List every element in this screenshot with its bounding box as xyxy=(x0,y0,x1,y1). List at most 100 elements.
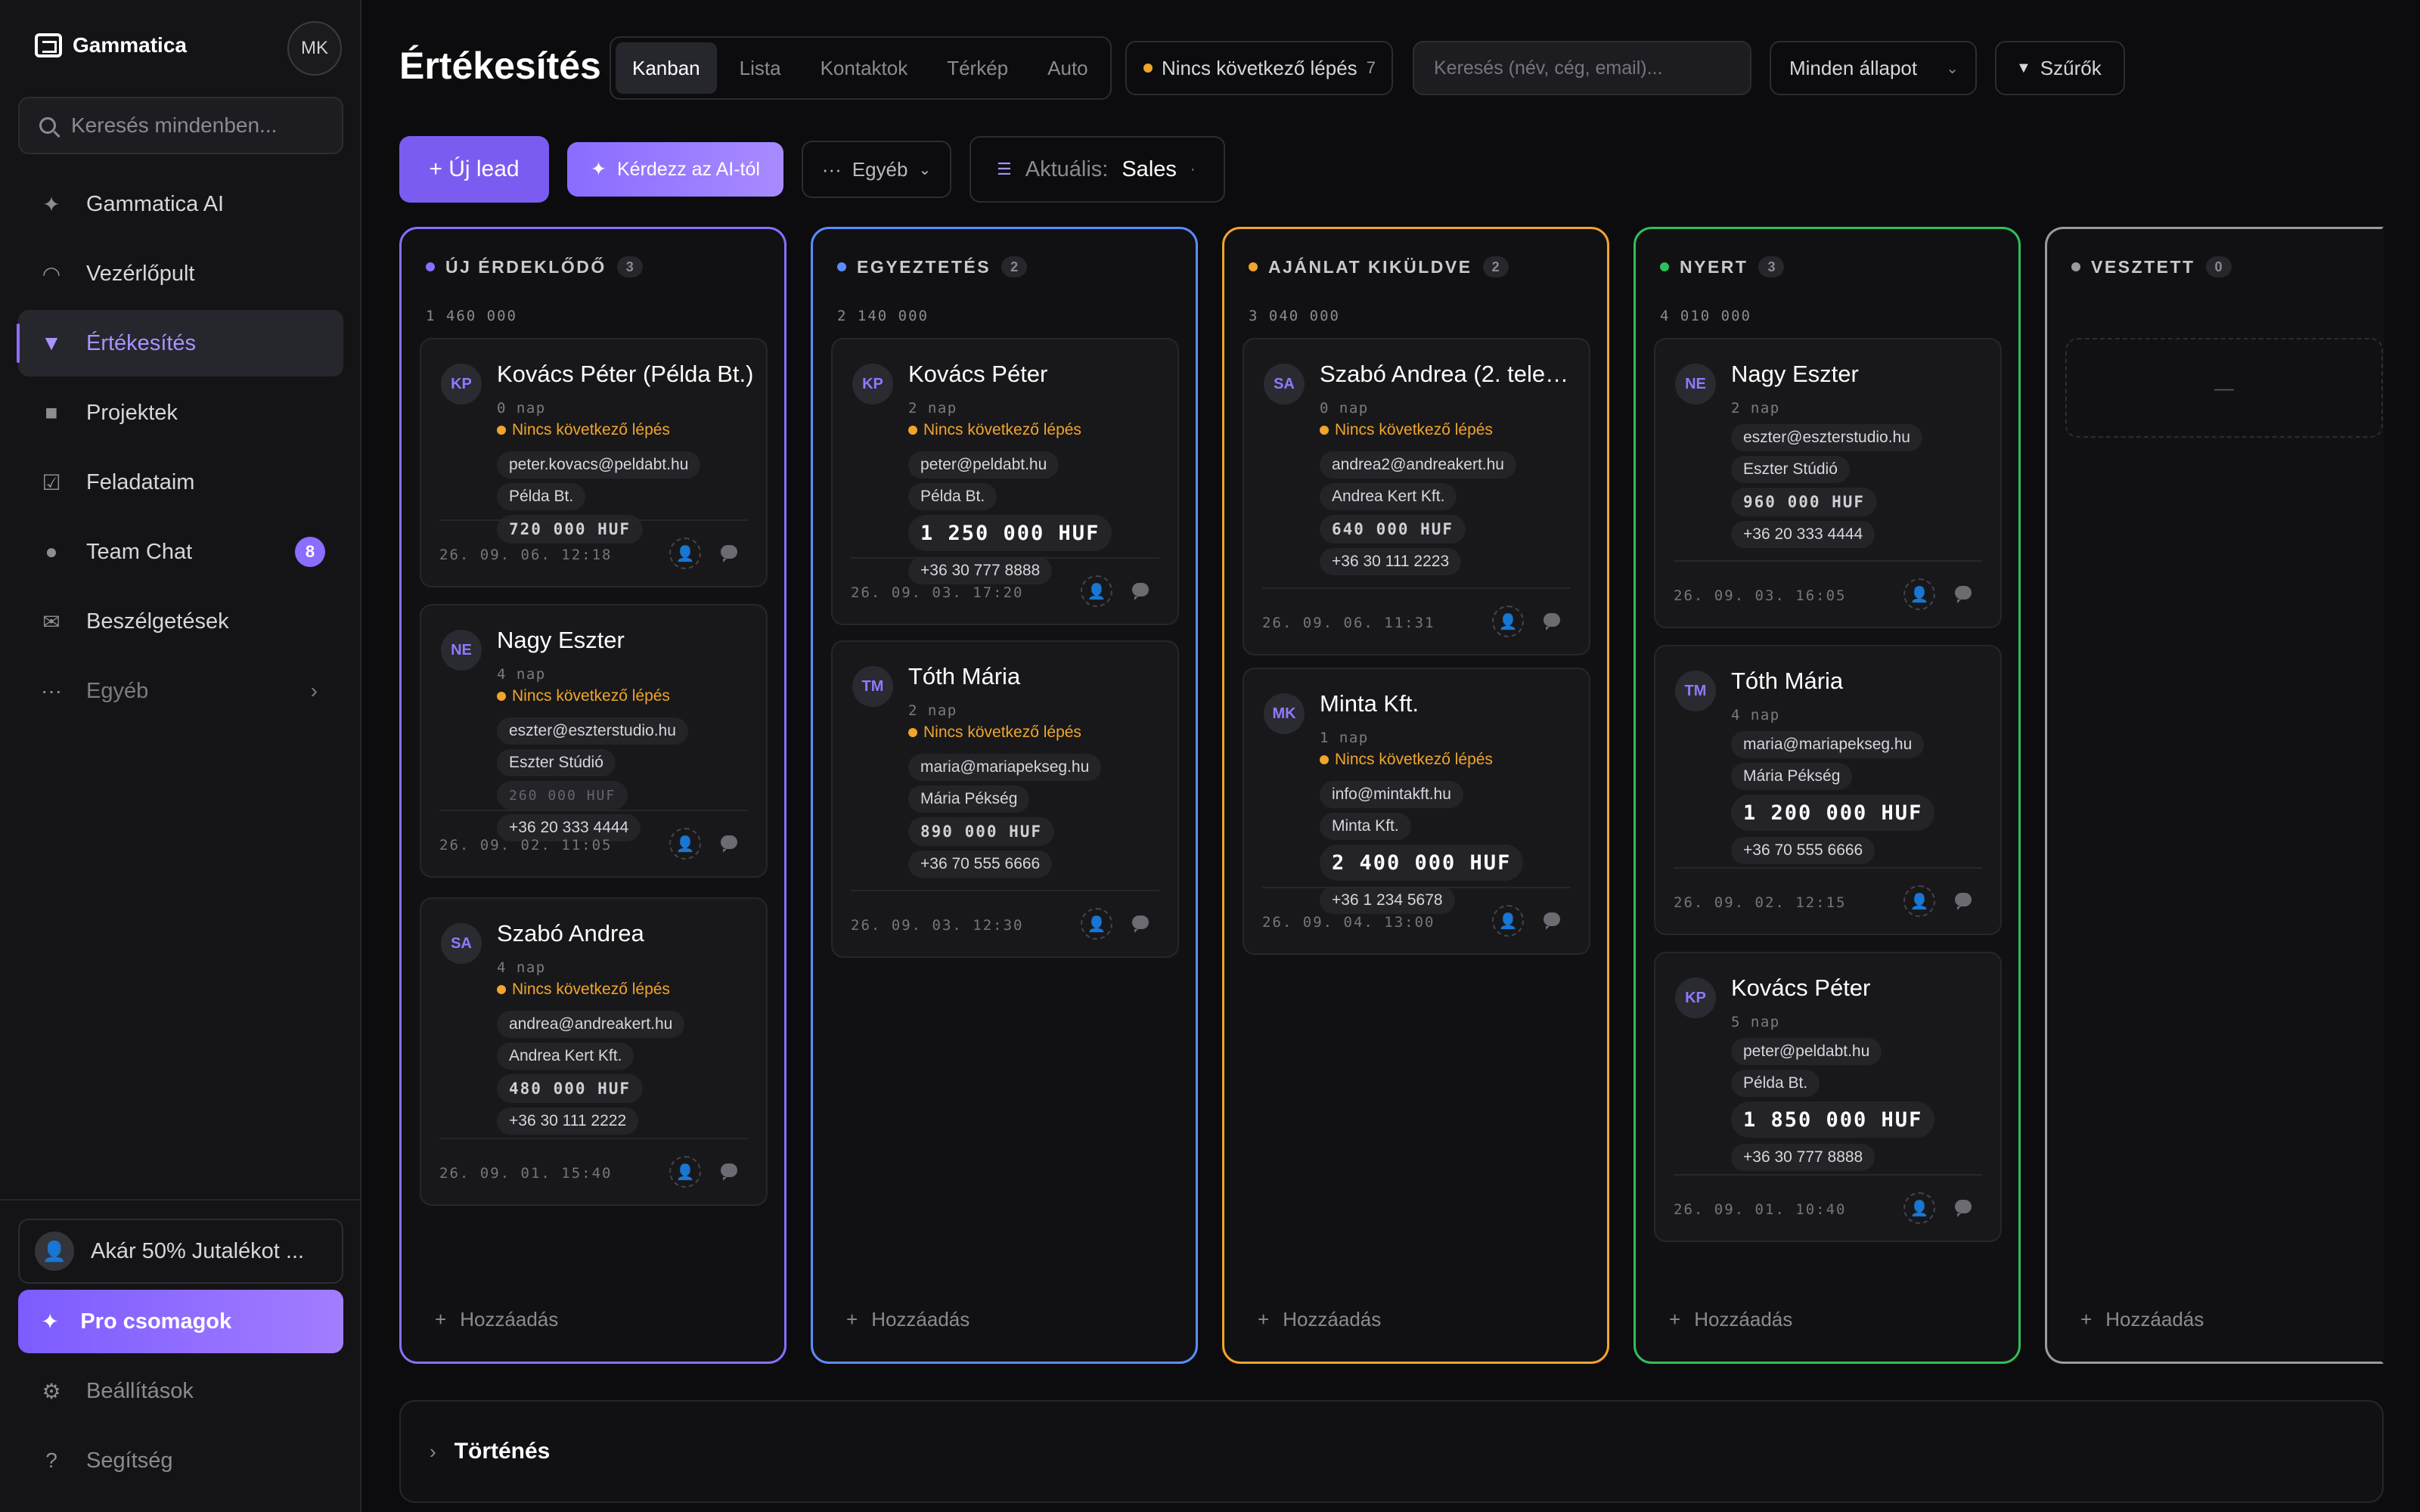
lead-avatar: MK xyxy=(1264,693,1305,734)
comment-icon[interactable] xyxy=(721,545,737,562)
lead-name[interactable]: Tóth Mária xyxy=(908,663,1165,690)
lead-email-tag: maria@mariapekseg.hu xyxy=(1731,731,1925,758)
lead-name[interactable]: Kovács Péter (Példa Bt.) xyxy=(497,361,754,388)
comment-icon[interactable] xyxy=(1132,583,1149,600)
next-step-text: Nincs következő lépés xyxy=(1335,751,1493,768)
comment-icon[interactable] xyxy=(721,835,737,853)
add-card-button[interactable]: + Hozzáadás xyxy=(846,1308,970,1331)
promo-referral[interactable]: 👤 Akár 50% Jutalékot ... xyxy=(18,1219,343,1284)
settings-label: Beállítások xyxy=(86,1378,194,1403)
warning-dot-icon xyxy=(1320,426,1329,435)
lead-card[interactable]: SA Szabó Andrea 4 nap Nincs következő lépés… xyxy=(420,897,768,1206)
add-card-button[interactable]: + Hozzáadás xyxy=(435,1308,558,1331)
comment-icon[interactable] xyxy=(1544,912,1560,930)
user-avatar[interactable]: MK xyxy=(287,21,342,76)
chevron-down-icon: ⌄ xyxy=(1946,60,1959,77)
lead-card[interactable]: TM Tóth Mária 4 nap maria@mariapekseg.hu Már… xyxy=(1654,645,2002,935)
lead-phone-tag: +36 30 777 8888 xyxy=(908,557,1053,584)
pro-plans-button[interactable]: ✦ Pro csomagok xyxy=(18,1290,343,1353)
history-panel[interactable]: › Történés xyxy=(399,1400,2384,1503)
assign-user-icon[interactable]: 👤 xyxy=(1903,885,1935,917)
lead-name[interactable]: Szabó Andrea (2. telep... xyxy=(1320,361,1577,388)
brand[interactable]: Gammatica xyxy=(35,33,187,57)
card-divider xyxy=(439,519,748,521)
sidebar-item-team-chat[interactable]: ● Team Chat 8 xyxy=(18,519,343,585)
lead-amount: 960 000 HUF xyxy=(1731,488,1878,516)
lead-name[interactable]: Minta Kft. xyxy=(1320,690,1577,717)
lead-card[interactable]: KP Kovács Péter 5 nap peter@peldabt.hu Példa… xyxy=(1654,952,2002,1242)
assign-user-icon[interactable]: 👤 xyxy=(1903,1192,1935,1224)
pipeline-select[interactable]: ☰ Aktuális: Sales · xyxy=(970,136,1225,203)
tab-auto[interactable]: Auto xyxy=(1031,42,1105,94)
next-step-filter[interactable]: Nincs következő lépés 7 xyxy=(1125,41,1393,95)
filter-icon: ▼ xyxy=(2016,59,2031,76)
lead-card[interactable]: KP Kovács Péter 2 nap Nincs következő lépés… xyxy=(831,338,1179,625)
comment-icon[interactable] xyxy=(1132,916,1149,933)
add-card-button[interactable]: + Hozzáadás xyxy=(2080,1308,2204,1331)
tab-list[interactable]: Lista xyxy=(723,42,798,94)
lead-card[interactable]: NE Nagy Eszter 2 nap eszter@eszterstudio.hu… xyxy=(1654,338,2002,628)
add-card-button[interactable]: + Hozzáadás xyxy=(1669,1308,1792,1331)
card-divider xyxy=(851,557,1159,559)
lead-phone-tag: +36 30 777 8888 xyxy=(1731,1144,1876,1171)
assign-user-icon[interactable]: 👤 xyxy=(1081,575,1112,607)
lead-name[interactable]: Nagy Eszter xyxy=(497,627,754,654)
assign-user-icon[interactable]: 👤 xyxy=(669,828,701,860)
status-select-value: Minden állapot xyxy=(1789,56,1918,79)
assign-user-icon[interactable]: 👤 xyxy=(669,1156,701,1188)
lead-name[interactable]: Nagy Eszter xyxy=(1731,361,1988,388)
sidebar-item-dashboard[interactable]: ◠ Vezérlőpult xyxy=(18,240,343,307)
column-sum: 4 010 000 xyxy=(1660,308,1751,324)
sidebar-item-projects[interactable]: ■ Projektek xyxy=(18,380,343,446)
lead-company-tag: Példa Bt. xyxy=(908,483,997,510)
lead-amount: 1 250 000 HUF xyxy=(908,515,1112,551)
lead-age: 2 nap xyxy=(908,400,957,417)
assign-user-icon[interactable]: 👤 xyxy=(1492,606,1524,637)
add-card-button[interactable]: + Hozzáadás xyxy=(1258,1308,1381,1331)
sidebar-item-sales[interactable]: ▼ Értékesítés xyxy=(17,310,343,376)
next-step-warning: Nincs következő lépés xyxy=(908,421,1081,439)
sidebar-item-gammatica-ai[interactable]: ✦ Gammatica AI xyxy=(18,171,343,237)
help-link[interactable]: ? Segítség xyxy=(18,1429,343,1492)
assign-user-icon[interactable]: 👤 xyxy=(1081,908,1112,940)
warning-dot-icon xyxy=(1320,755,1329,764)
lead-name[interactable]: Tóth Mária xyxy=(1731,668,1988,695)
comment-icon[interactable] xyxy=(1955,1200,1972,1217)
card-divider xyxy=(1674,867,1982,869)
column-count: 3 xyxy=(1758,256,1785,277)
lead-name[interactable]: Kovács Péter xyxy=(908,361,1165,388)
lead-date: 26. 09. 02. 11:05 xyxy=(439,837,613,854)
lead-card[interactable]: TM Tóth Mária 2 nap Nincs következő lépés ma… xyxy=(831,640,1179,958)
assign-user-icon[interactable]: 👤 xyxy=(1492,905,1524,937)
settings-link[interactable]: ⚙ Beállítások xyxy=(18,1359,343,1423)
tab-map[interactable]: Térkép xyxy=(930,42,1025,94)
lead-card[interactable]: MK Minta Kft. 1 nap Nincs következő lépés in… xyxy=(1243,668,1590,955)
lead-name[interactable]: Kovács Péter xyxy=(1731,974,1988,1002)
new-lead-button[interactable]: + Új lead xyxy=(399,136,549,203)
comment-icon[interactable] xyxy=(1955,893,1972,910)
promo-text: Akár 50% Jutalékot ... xyxy=(91,1238,305,1263)
lead-card[interactable]: SA Szabó Andrea (2. telep... 0 nap Nincs kö… xyxy=(1243,338,1590,655)
tab-kanban[interactable]: Kanban xyxy=(616,42,717,94)
lead-company-tag: Eszter Stúdió xyxy=(1731,456,1850,483)
more-actions-button[interactable]: ··· Egyéb ⌄ xyxy=(802,141,951,198)
sidebar-item-more[interactable]: ··· Egyéb › xyxy=(18,658,343,724)
lead-search-input[interactable]: Keresés (név, cég, email)... xyxy=(1413,41,1751,95)
sidebar-item-tasks[interactable]: ☑ Feladataim xyxy=(18,449,343,516)
lead-name[interactable]: Szabó Andrea xyxy=(497,920,754,947)
comment-icon[interactable] xyxy=(721,1163,737,1181)
tab-contacts[interactable]: Kontaktok xyxy=(804,42,925,94)
filters-button[interactable]: ▼ Szűrők xyxy=(1995,41,2125,95)
comment-icon[interactable] xyxy=(1544,613,1560,631)
assign-user-icon[interactable]: 👤 xyxy=(669,538,701,569)
assign-user-icon[interactable]: 👤 xyxy=(1903,578,1935,610)
global-search-input[interactable]: Keresés mindenben... xyxy=(18,97,343,154)
lead-company-tag: Példa Bt. xyxy=(497,483,586,510)
lead-card[interactable]: KP Kovács Péter (Példa Bt.) 0 nap Nincs köv… xyxy=(420,338,768,587)
sidebar-item-conversations[interactable]: ✉ Beszélgetések xyxy=(18,588,343,655)
comment-icon[interactable] xyxy=(1955,586,1972,603)
status-select[interactable]: Minden állapot ⌄ xyxy=(1770,41,1977,95)
lead-email-tag: andrea@andreakert.hu xyxy=(497,1011,685,1038)
ask-ai-button[interactable]: ✦ Kérdezz az AI-tól xyxy=(567,142,783,197)
lead-card[interactable]: NE Nagy Eszter 4 nap Nincs következő lépés e… xyxy=(420,604,768,878)
